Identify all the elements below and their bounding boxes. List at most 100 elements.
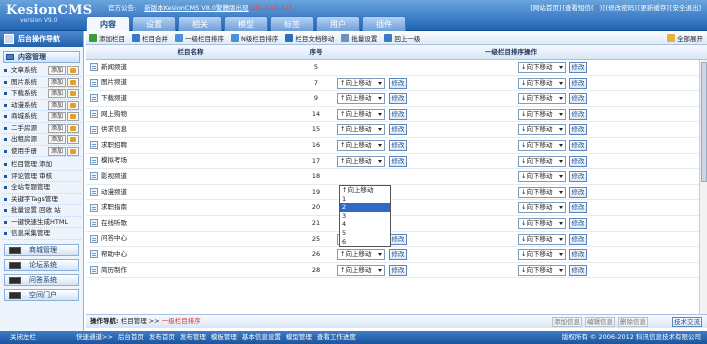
move-up-edit-button[interactable]: 修改	[389, 155, 407, 167]
sidebar-system-label[interactable]: 二手房源	[11, 124, 37, 132]
refresh-cache-link[interactable]: [更新缓存]	[638, 4, 669, 12]
channel-name[interactable]: 供求信息	[101, 122, 127, 137]
sidebar-group-label[interactable]: 空间门户	[29, 291, 57, 299]
edit-pencil-button[interactable]	[67, 146, 79, 156]
channel-name[interactable]: 求职指南	[101, 200, 127, 215]
move-up-select[interactable]: ↑向上移动	[337, 264, 385, 276]
dropdown-option[interactable]: 4	[340, 220, 390, 229]
toolbar-button[interactable]: 一级栏目排序	[175, 33, 224, 43]
tech-exchange-button[interactable]: 技术交流	[672, 317, 702, 327]
channel-name[interactable]: 问答中心	[101, 231, 127, 246]
channel-name[interactable]: 简历制作	[101, 263, 127, 278]
move-up-select[interactable]: ↑向上移动	[337, 155, 385, 167]
sidebar-link[interactable]: 全站专题管理	[2, 182, 81, 194]
move-down-select[interactable]: ↓向下移动	[518, 233, 566, 245]
footer-link[interactable]: 发布管理	[180, 333, 206, 341]
footer-link[interactable]: 基本信息设置	[242, 333, 281, 341]
toolbar-button[interactable]: N级栏目排序	[231, 33, 278, 43]
footer-link[interactable]: 发布首页	[149, 333, 175, 341]
move-up-select[interactable]: ↑向上移动	[337, 93, 385, 105]
messages-link-end[interactable]: )]	[600, 4, 605, 12]
move-down-select[interactable]: ↓向下移动	[518, 171, 566, 183]
move-up-edit-button[interactable]: 修改	[389, 77, 407, 89]
breadcrumb-column-manage[interactable]: 栏目管理	[121, 317, 147, 325]
delete-info-button[interactable]: 删除信息	[618, 317, 648, 327]
move-up-select[interactable]: ↑向上移动	[337, 249, 385, 261]
move-up-edit-button[interactable]: 修改	[389, 108, 407, 120]
sidebar-system-item[interactable]: 出租房源 添加	[2, 134, 81, 146]
sidebar-link[interactable]: 栏目管理 添加	[2, 159, 81, 171]
tab-content[interactable]: 内容	[86, 16, 130, 31]
sidebar-system-item[interactable]: 文章系统 添加	[2, 65, 81, 77]
sidebar-group-label[interactable]: 论坛系统	[29, 261, 57, 269]
sidebar-link[interactable]: 关键字Tags管理	[2, 194, 81, 205]
tab-models[interactable]: 模型	[224, 16, 268, 31]
edit-pencil-button[interactable]	[67, 112, 79, 121]
move-down-edit-button[interactable]: 修改	[569, 77, 587, 89]
sidebar-link[interactable]: 批量设置 回收 站	[2, 205, 81, 217]
sidebar-system-item[interactable]: 图片系统 添加	[2, 77, 81, 88]
logout-link[interactable]: [安全退出]	[670, 4, 701, 12]
move-down-select[interactable]: ↓向下移动	[518, 202, 566, 214]
move-up-select[interactable]: ↑向上移动	[337, 108, 385, 120]
expand-all-button[interactable]: 全部展开	[667, 33, 703, 43]
tab-plugins[interactable]: 插件	[362, 16, 406, 31]
edit-pencil-button[interactable]	[67, 66, 79, 75]
channel-name[interactable]: 模拟考场	[101, 153, 127, 168]
move-down-edit-button[interactable]: 修改	[569, 171, 587, 183]
vertical-scrollbar[interactable]	[699, 60, 707, 317]
edit-info-button[interactable]: 编辑信息	[585, 317, 615, 327]
channel-name[interactable]: 求职招聘	[101, 138, 127, 153]
move-up-edit-button[interactable]: 修改	[389, 139, 407, 151]
move-down-select[interactable]: ↓向下移动	[518, 139, 566, 151]
add-button[interactable]: 添加	[48, 89, 67, 98]
move-down-select[interactable]: ↓向下移动	[518, 108, 566, 120]
move-down-edit-button[interactable]: 修改	[569, 124, 587, 136]
sidebar-group[interactable]: 空间门户	[4, 288, 79, 301]
toolbar-button[interactable]: 栏目合并	[132, 33, 168, 43]
sidebar-link-label[interactable]: 评论管理 审核	[11, 172, 52, 180]
channel-name[interactable]: 网上购物	[101, 107, 127, 122]
sidebar-system-item[interactable]: 商城系统 添加	[2, 111, 81, 123]
add-button[interactable]: 添加	[48, 123, 67, 133]
channel-name[interactable]: 新闻频道	[101, 60, 127, 75]
move-down-edit-button[interactable]: 修改	[569, 108, 587, 120]
move-down-select[interactable]: ↓向下移动	[518, 264, 566, 276]
channel-name[interactable]: 影视频道	[101, 169, 127, 184]
sidebar-link-label[interactable]: 信息采集管理	[11, 229, 50, 237]
scrollbar-thumb[interactable]	[701, 62, 707, 182]
add-button[interactable]: 添加	[48, 66, 67, 75]
footer-link[interactable]: 查看工作进度	[317, 333, 356, 341]
move-up-edit-button[interactable]: 修改	[389, 93, 407, 105]
sidebar-link-label[interactable]: 关键字Tags管理	[11, 195, 58, 203]
change-password-link[interactable]: [修改密码]	[606, 4, 637, 12]
move-up-edit-button[interactable]: 修改	[389, 249, 407, 261]
sidebar-link-label[interactable]: 批量设置 回收 站	[11, 206, 61, 214]
move-down-select[interactable]: ↓向下移动	[518, 249, 566, 261]
move-up-edit-button[interactable]: 修改	[389, 264, 407, 276]
move-up-select[interactable]: ↑向上移动	[337, 139, 385, 151]
move-down-select[interactable]: ↓向下移动	[518, 217, 566, 229]
footer-link[interactable]: 快速通道>>	[76, 333, 113, 341]
move-down-edit-button[interactable]: 修改	[569, 62, 587, 73]
dropdown-option[interactable]: 3	[340, 212, 390, 221]
dropdown-option[interactable]: 2	[340, 203, 390, 212]
add-button[interactable]: 添加	[48, 112, 67, 121]
add-info-button[interactable]: 添加信息	[552, 317, 582, 327]
move-down-select[interactable]: ↓向下移动	[518, 62, 566, 73]
move-down-select[interactable]: ↓向下移动	[518, 124, 566, 136]
move-up-edit-button[interactable]: 修改	[389, 233, 407, 245]
channel-name[interactable]: 图片频道	[101, 75, 127, 90]
channel-name[interactable]: 下载频道	[101, 91, 127, 106]
tab-labels[interactable]: 标签	[270, 16, 314, 31]
sidebar-system-label[interactable]: 下载系统	[11, 89, 37, 97]
move-down-edit-button[interactable]: 修改	[569, 202, 587, 214]
dropdown-option[interactable]: 1	[340, 195, 390, 204]
footer-link[interactable]: 模型管理	[286, 333, 312, 341]
sidebar-link-label[interactable]: 全站专题管理	[11, 183, 50, 191]
sidebar-group[interactable]: 商城管理	[4, 243, 79, 256]
edit-pencil-button[interactable]	[67, 135, 79, 144]
sidebar-link-label[interactable]: 栏目管理 添加	[11, 160, 52, 168]
sidebar-system-item[interactable]: 使用手册 添加	[2, 146, 81, 157]
channel-name[interactable]: 在线听歌	[101, 216, 127, 231]
